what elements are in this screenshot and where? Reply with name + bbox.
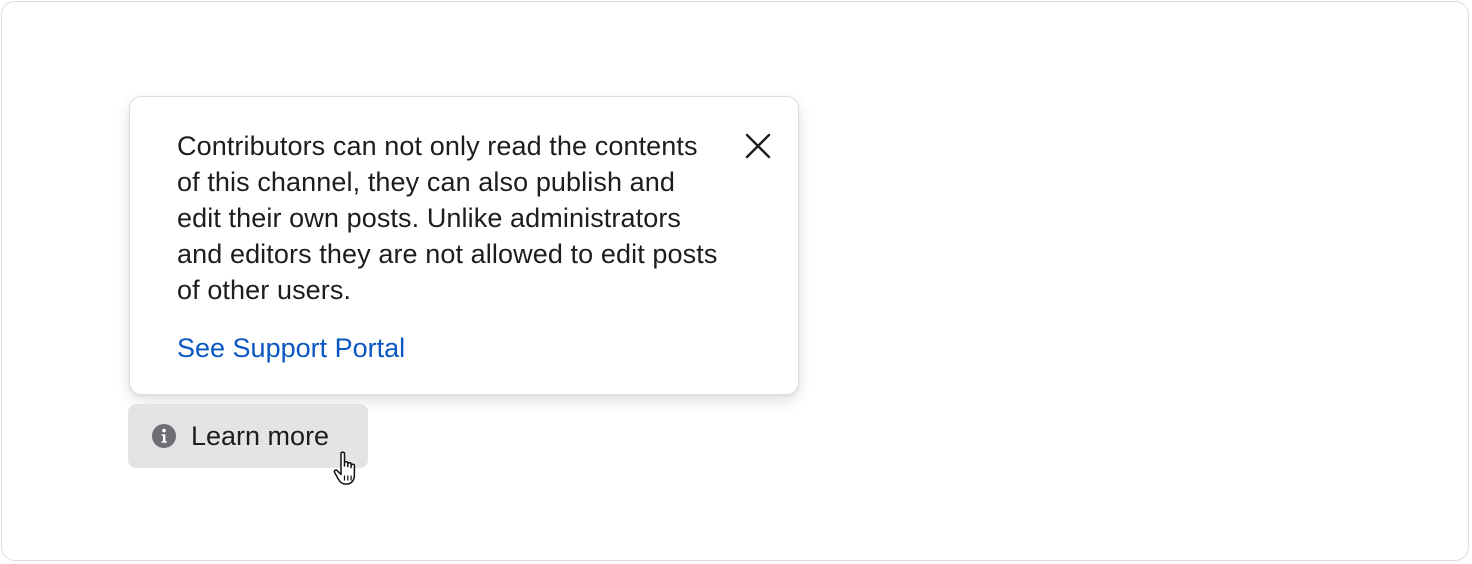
close-button[interactable] [740, 128, 776, 164]
support-portal-link[interactable]: See Support Portal [177, 330, 405, 366]
popover-description: Contributors can not only read the conte… [177, 131, 718, 305]
learn-more-label: Learn more [191, 421, 330, 451]
close-icon [745, 133, 771, 159]
learn-more-button[interactable]: Learn more [128, 404, 368, 468]
info-icon [151, 423, 177, 449]
help-popover: Contributors can not only read the conte… [129, 96, 799, 395]
